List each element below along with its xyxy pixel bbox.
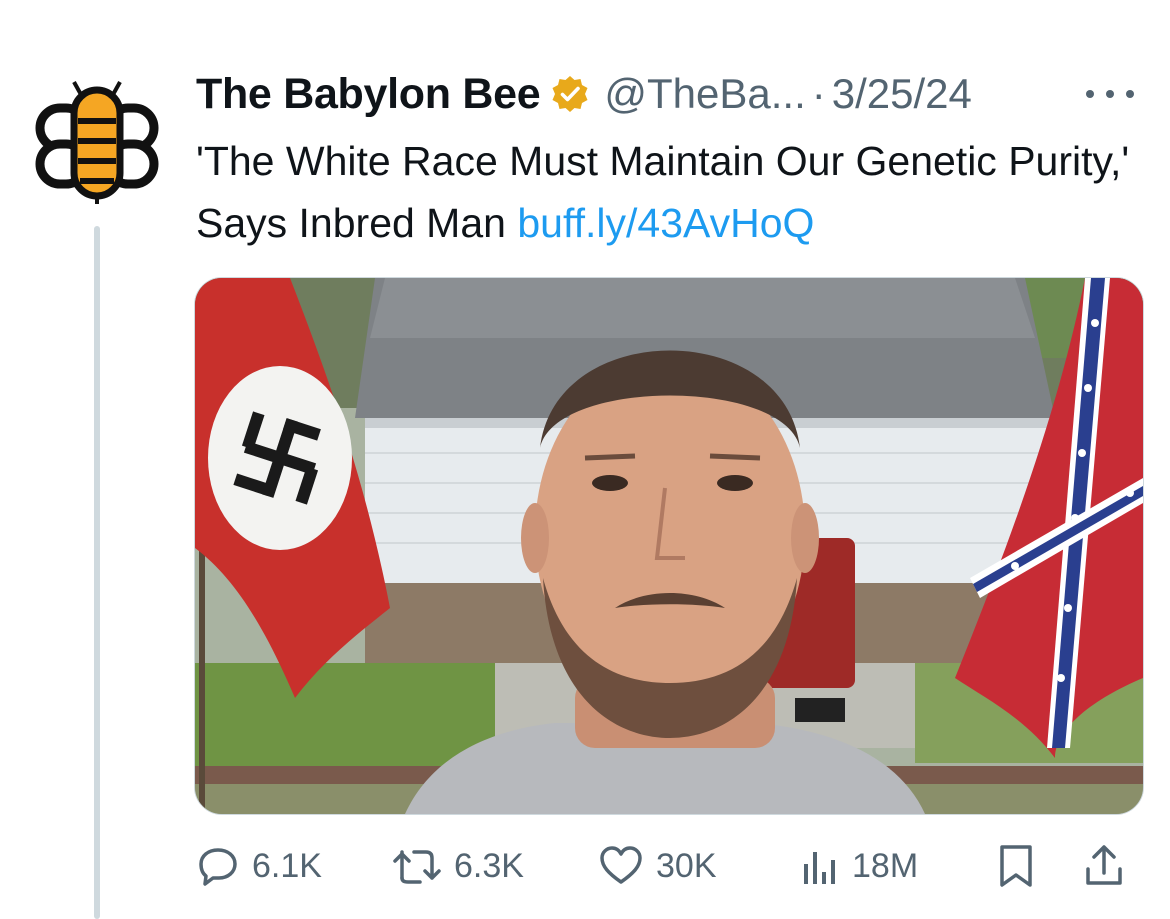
retweet-count: 6.3K [454,846,524,885]
author-name[interactable]: The Babylon Bee [196,70,541,119]
reply-icon [199,848,237,886]
retweet-icon [393,850,441,884]
like-button[interactable]: 30K [598,838,717,894]
like-icon [600,846,642,884]
verified-badge-icon [550,74,590,114]
share-button[interactable] [1082,838,1138,894]
thread-line [94,226,100,919]
reply-count: 6.1K [252,846,322,885]
view-count: 18M [852,846,919,885]
retweet-button[interactable]: 6.3K [392,838,524,894]
more-options-icon[interactable] [1086,84,1134,104]
babylon-bee-logo-icon [35,81,159,204]
separator-dot: · [811,70,826,117]
avatar[interactable] [34,78,160,204]
share-icon [1086,845,1122,885]
tweet-media-image[interactable] [194,277,1144,815]
tweet-text: 'The White Race Must Maintain Our Geneti… [196,130,1141,254]
bookmark-icon [1000,845,1032,887]
views-icon [804,852,835,884]
reply-button[interactable]: 6.1K [196,838,322,894]
tweet-header: The Babylon Bee @TheBa... · 3/25/24 [196,66,1146,122]
tweet-link[interactable]: buff.ly/43AvHoQ [517,200,814,246]
tweet-actions: 6.1K 6.3K 30K 18M [196,838,1141,894]
bookmark-button[interactable] [996,838,1048,894]
author-handle[interactable]: @TheBa... [604,70,805,118]
views-button[interactable]: 18M [800,838,918,894]
like-count: 30K [656,846,717,885]
tweet-date[interactable]: 3/25/24 [832,70,972,118]
